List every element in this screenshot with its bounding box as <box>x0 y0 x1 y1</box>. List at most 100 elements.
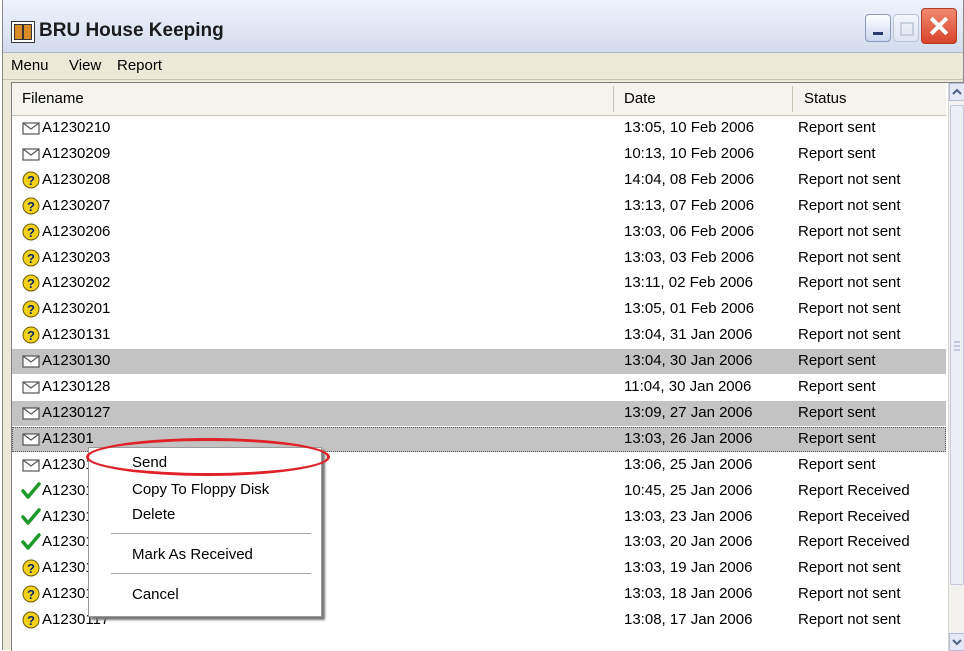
table-row[interactable]: ? A1230203 13:03, 03 Feb 2006 Report not se… <box>12 246 946 271</box>
column-header-filename[interactable]: Filename <box>22 90 84 107</box>
row-status: Report not sent <box>798 222 901 240</box>
row-status: Report Received <box>798 481 910 499</box>
row-filename: A12301 <box>42 481 94 499</box>
row-date: 10:13, 10 Feb 2006 <box>624 144 755 162</box>
context-menu-separator <box>111 573 311 574</box>
table-row[interactable]: ? A1230207 13:13, 07 Feb 2006 Report not se… <box>12 194 946 219</box>
envelope-icon <box>21 119 41 137</box>
row-status: Report Received <box>798 533 910 551</box>
table-row[interactable]: A1230209 10:13, 10 Feb 2006 Report sent <box>12 142 946 167</box>
row-date: 13:03, 26 Jan 2006 <box>624 429 753 447</box>
row-status: Report not sent <box>798 300 901 318</box>
svg-text:?: ? <box>27 587 35 602</box>
row-filename: A1230201 <box>42 300 111 318</box>
row-status: Report not sent <box>798 585 901 603</box>
table-row[interactable]: ? A1230131 13:04, 31 Jan 2006 Report not se… <box>12 323 946 348</box>
close-button[interactable] <box>921 8 957 44</box>
row-date: 13:03, 19 Jan 2006 <box>624 559 753 577</box>
svg-text:?: ? <box>27 302 35 317</box>
svg-text:?: ? <box>27 613 35 628</box>
row-date: 13:11, 02 Feb 2006 <box>624 274 753 292</box>
row-status: Report sent <box>798 429 876 447</box>
row-date: 13:05, 01 Feb 2006 <box>624 300 755 318</box>
svg-text:?: ? <box>27 561 35 576</box>
row-filename: A12301 <box>42 533 94 551</box>
envelope-icon <box>21 145 41 163</box>
row-filename: A12301 <box>42 507 94 525</box>
row-date: 13:03, 03 Feb 2006 <box>624 248 755 266</box>
scrollbar-thumb[interactable] <box>950 105 964 585</box>
table-row[interactable]: ? A1230208 14:04, 08 Feb 2006 Report not se… <box>12 168 946 193</box>
row-date: 13:09, 27 Jan 2006 <box>624 403 753 421</box>
maximize-button[interactable] <box>893 14 919 42</box>
row-date: 11:04, 30 Jan 2006 <box>624 378 752 395</box>
menu-bar: Menu View Report <box>3 53 963 80</box>
context-item-send[interactable]: Send <box>132 454 167 471</box>
table-row[interactable]: A1230128 11:04, 30 Jan 2006 Report sent <box>12 375 946 400</box>
question-icon: ? <box>21 197 41 215</box>
row-date: 13:06, 25 Jan 2006 <box>624 455 753 473</box>
svg-text:?: ? <box>27 199 35 214</box>
minimize-button[interactable] <box>865 14 891 42</box>
table-row[interactable]: A1230127 13:09, 27 Jan 2006 Report sent <box>12 400 946 426</box>
menu-item-report[interactable]: Report <box>117 57 162 74</box>
row-filename: A1230128 <box>42 378 111 395</box>
svg-text:?: ? <box>27 328 35 343</box>
context-item-copy-to-floppy[interactable]: Copy To Floppy Disk <box>132 481 269 498</box>
row-date: 10:45, 25 Jan 2006 <box>624 481 753 499</box>
row-filename: A1230202 <box>42 274 111 292</box>
svg-text:?: ? <box>27 173 35 188</box>
table-row[interactable]: A1230130 13:04, 30 Jan 2006 Report sent <box>12 349 946 375</box>
row-filename: A1230207 <box>42 196 111 214</box>
question-icon: ? <box>21 274 41 292</box>
row-filename: A1230131 <box>42 326 111 344</box>
row-filename: A1230210 <box>42 119 111 136</box>
list-header: Filename Date Status <box>12 83 946 116</box>
scroll-up-button[interactable] <box>949 83 964 101</box>
row-filename: A1230209 <box>42 144 111 162</box>
row-date: 13:03, 18 Jan 2006 <box>624 585 753 603</box>
scroll-down-button[interactable] <box>949 633 964 651</box>
row-filename: A1230208 <box>42 170 111 188</box>
envelope-icon <box>21 352 41 370</box>
row-status: Report not sent <box>798 611 901 629</box>
context-menu-separator <box>111 533 311 534</box>
checkmark-icon <box>21 507 41 526</box>
row-status: Report not sent <box>798 170 901 188</box>
table-row[interactable]: A1230210 13:05, 10 Feb 2006 Report sent <box>12 116 946 141</box>
title-bar[interactable]: BRU House Keeping <box>3 0 963 53</box>
row-status: Report not sent <box>798 326 901 344</box>
row-filename: A1230203 <box>42 248 111 266</box>
row-filename: A1230206 <box>42 222 111 240</box>
table-row[interactable]: ? A1230206 13:03, 06 Feb 2006 Report not se… <box>12 220 946 245</box>
checkmark-icon <box>21 533 41 551</box>
vertical-scrollbar[interactable] <box>948 83 964 651</box>
context-item-cancel[interactable]: Cancel <box>132 586 179 603</box>
column-header-status[interactable]: Status <box>804 90 847 107</box>
context-item-mark-as-received[interactable]: Mark As Received <box>132 546 253 563</box>
envelope-icon <box>21 378 41 396</box>
context-menu: Send Copy To Floppy Disk Delete Mark As … <box>88 447 322 617</box>
question-icon: ? <box>21 249 41 267</box>
row-status: Report sent <box>798 144 876 162</box>
row-status: Report not sent <box>798 559 901 577</box>
table-row[interactable]: ? A1230201 13:05, 01 Feb 2006 Report not se… <box>12 297 946 322</box>
question-icon: ? <box>21 611 41 629</box>
question-icon: ? <box>21 171 41 189</box>
row-date: 13:03, 23 Jan 2006 <box>624 507 753 525</box>
menu-item-view[interactable]: View <box>69 57 101 74</box>
question-icon: ? <box>21 326 41 344</box>
column-header-date[interactable]: Date <box>624 90 656 107</box>
row-date: 13:13, 07 Feb 2006 <box>624 196 755 214</box>
row-status: Report Received <box>798 507 910 525</box>
menu-item-menu[interactable]: Menu <box>11 57 49 74</box>
table-row[interactable]: ? A1230202 13:11, 02 Feb 2006 Report not se… <box>12 271 946 296</box>
checkmark-icon <box>21 481 41 500</box>
row-date: 13:08, 17 Jan 2006 <box>624 611 753 629</box>
envelope-icon <box>21 404 41 422</box>
question-icon: ? <box>21 559 41 577</box>
row-filename: A1230130 <box>42 352 111 370</box>
row-status: Report sent <box>798 403 876 421</box>
row-filename: A12301 <box>42 455 94 473</box>
context-item-delete[interactable]: Delete <box>132 506 175 523</box>
